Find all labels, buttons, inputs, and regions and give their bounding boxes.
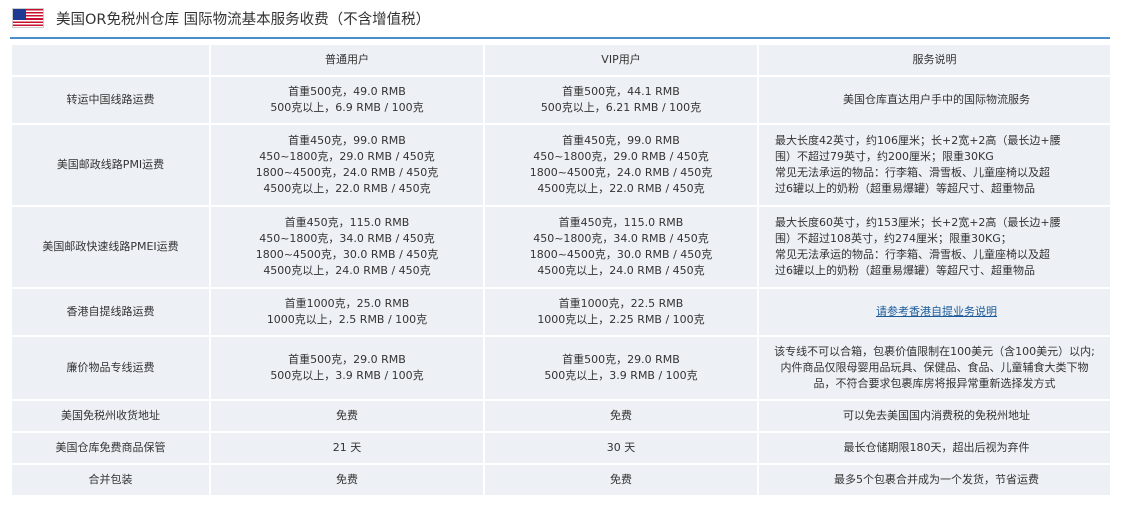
price-line: 1000克以上，2.5 RMB / 100克: [266, 313, 428, 326]
vip-price-cell: 免费: [485, 465, 757, 495]
row-name: 美国邮政线路PMI运费: [12, 125, 209, 205]
description-cell: 最大长度42英寸，约106厘米；长+2宽+2高（最长边+腰 围）不超过79英寸，…: [759, 125, 1110, 205]
description-line: 品，不符合要求包裹库房将报异常重新选择发方式: [813, 377, 1056, 390]
regular-price-cell: 首重450克，99.0 RMB 450~1800克，29.0 RMB / 450…: [211, 125, 483, 205]
table-row: 美国仓库免费商品保管 21 天 30 天 最长仓储期限180天，超出后视为弃件: [12, 433, 1110, 463]
row-name: 美国仓库免费商品保管: [12, 433, 209, 463]
fee-table: 普通用户 VIP用户 服务说明 转运中国线路运费 首重500克，49.0 RMB…: [10, 43, 1112, 497]
price-line: 4500克以上，22.0 RMB / 450克: [263, 182, 431, 195]
page-title: 美国OR免税州仓库 国际物流基本服务收费（不含增值税）: [56, 11, 431, 28]
description-line: 最大长度42英寸，约106厘米；长+2宽+2高（最长边+腰: [775, 134, 1061, 147]
description-line: 过6罐以上的奶粉（超重易爆罐）等超尺寸、超重物品: [775, 264, 1035, 277]
price-line: 首重500克，44.1 RMB: [562, 85, 680, 98]
regular-price-cell: 免费: [211, 401, 483, 431]
price-line: 首重450克，115.0 RMB: [558, 216, 684, 229]
regular-price-cell: 免费: [211, 465, 483, 495]
price-line: 1800~4500克，30.0 RMB / 450克: [529, 248, 713, 261]
price-line: 首重500克，49.0 RMB: [288, 85, 406, 98]
vip-price-cell: 首重500克，29.0 RMB 500克以上，3.9 RMB / 100克: [485, 337, 757, 399]
price-line: 500克以上，6.21 RMB / 100克: [540, 101, 702, 114]
row-name: 美国邮政快速线路PMEI运费: [12, 207, 209, 287]
price-line: 450~1800克，29.0 RMB / 450克: [533, 150, 709, 163]
row-name: 廉价物品专线运费: [12, 337, 209, 399]
price-line: 450~1800克，34.0 RMB / 450克: [533, 232, 709, 245]
table-row: 美国邮政线路PMI运费 首重450克，99.0 RMB 450~1800克，29…: [12, 125, 1110, 205]
table-row: 香港自提线路运费 首重1000克，25.0 RMB 1000克以上，2.5 RM…: [12, 289, 1110, 335]
description-line: 美国仓库直达用户手中的国际物流服务: [843, 93, 1030, 106]
description-line: 该专线不可以合箱，包裹价值限制在100美元（含100美元）以内;: [774, 345, 1095, 358]
price-line: 500克以上，3.9 RMB / 100克: [270, 369, 424, 382]
description-line: 围）不超过79英寸，约200厘米；限重30KG: [775, 150, 994, 163]
row-name: 美国免税州收货地址: [12, 401, 209, 431]
table-row: 转运中国线路运费 首重500克，49.0 RMB 500克以上，6.9 RMB …: [12, 77, 1110, 123]
price-line: 1800~4500克，24.0 RMB / 450克: [529, 166, 713, 179]
vip-price-cell: 免费: [485, 401, 757, 431]
table-row: 合并包装 免费 免费 最多5个包裹合并成为一个发货，节省运费: [12, 465, 1110, 495]
description-line: 常见无法承运的物品：行李箱、滑雪板、儿童座椅以及超: [775, 166, 1050, 179]
row-name: 转运中国线路运费: [12, 77, 209, 123]
description-cell: 美国仓库直达用户手中的国际物流服务: [759, 77, 1110, 123]
us-flag-icon: [12, 8, 44, 28]
column-header-service: [12, 45, 209, 75]
price-line: 首重450克，115.0 RMB: [284, 216, 410, 229]
table-header-row: 普通用户 VIP用户 服务说明: [12, 45, 1110, 75]
regular-price-cell: 首重450克，115.0 RMB 450~1800克，34.0 RMB / 45…: [211, 207, 483, 287]
description-line: 最大长度60英寸，约153厘米；长+2宽+2高（最长边+腰: [775, 216, 1061, 229]
description-cell: 最多5个包裹合并成为一个发货，节省运费: [759, 465, 1110, 495]
row-name: 香港自提线路运费: [12, 289, 209, 335]
description-cell: 请参考香港自提业务说明: [759, 289, 1110, 335]
price-line: 首重450克，99.0 RMB: [288, 134, 406, 147]
column-header-regular: 普通用户: [211, 45, 483, 75]
price-line: 首重1000克，22.5 RMB: [558, 297, 684, 310]
vip-price-cell: 首重450克，99.0 RMB 450~1800克，29.0 RMB / 450…: [485, 125, 757, 205]
table-row: 美国免税州收货地址 免费 免费 可以免去美国国内消费税的免税州地址: [12, 401, 1110, 431]
vip-price-cell: 首重500克，44.1 RMB 500克以上，6.21 RMB / 100克: [485, 77, 757, 123]
column-header-vip: VIP用户: [485, 45, 757, 75]
price-line: 4500克以上，24.0 RMB / 450克: [537, 264, 705, 277]
price-line: 1800~4500克，24.0 RMB / 450克: [255, 166, 439, 179]
price-line: 首重450克，99.0 RMB: [562, 134, 680, 147]
table-row: 美国邮政快速线路PMEI运费 首重450克，115.0 RMB 450~1800…: [12, 207, 1110, 287]
column-header-description: 服务说明: [759, 45, 1110, 75]
regular-price-cell: 首重1000克，25.0 RMB 1000克以上，2.5 RMB / 100克: [211, 289, 483, 335]
regular-price-cell: 21 天: [211, 433, 483, 463]
description-cell: 该专线不可以合箱，包裹价值限制在100美元（含100美元）以内; 内件商品仅限母…: [759, 337, 1110, 399]
page-header: 美国OR免税州仓库 国际物流基本服务收费（不含增值税）: [12, 6, 430, 30]
price-line: 4500克以上，22.0 RMB / 450克: [537, 182, 705, 195]
header-divider: [10, 37, 1110, 39]
price-line: 1000克以上，2.25 RMB / 100克: [537, 313, 705, 326]
price-line: 1800~4500克，30.0 RMB / 450克: [255, 248, 439, 261]
price-line: 首重500克，29.0 RMB: [562, 353, 680, 366]
description-line: 内件商品仅限母婴用品玩具、保健品、食品、儿童辅食大类下物: [780, 361, 1089, 374]
table-row: 廉价物品专线运费 首重500克，29.0 RMB 500克以上，3.9 RMB …: [12, 337, 1110, 399]
price-line: 4500克以上，24.0 RMB / 450克: [263, 264, 431, 277]
price-line: 首重1000克，25.0 RMB: [284, 297, 410, 310]
description-cell: 可以免去美国国内消费税的免税州地址: [759, 401, 1110, 431]
price-line: 500克以上，3.9 RMB / 100克: [544, 369, 698, 382]
regular-price-cell: 首重500克，29.0 RMB 500克以上，3.9 RMB / 100克: [211, 337, 483, 399]
description-line: 常见无法承运的物品：行李箱、滑雪板、儿童座椅以及超: [775, 248, 1050, 261]
vip-price-cell: 首重1000克，22.5 RMB 1000克以上，2.25 RMB / 100克: [485, 289, 757, 335]
description-line: 围）不超过108英寸，约274厘米；限重30KG；: [775, 232, 1012, 245]
vip-price-cell: 30 天: [485, 433, 757, 463]
description-cell: 最大长度60英寸，约153厘米；长+2宽+2高（最长边+腰 围）不超过108英寸…: [759, 207, 1110, 287]
description-cell: 最长仓储期限180天，超出后视为弃件: [759, 433, 1110, 463]
vip-price-cell: 首重450克，115.0 RMB 450~1800克，34.0 RMB / 45…: [485, 207, 757, 287]
price-line: 首重500克，29.0 RMB: [288, 353, 406, 366]
description-line: 过6罐以上的奶粉（超重易爆罐）等超尺寸、超重物品: [775, 182, 1035, 195]
regular-price-cell: 首重500克，49.0 RMB 500克以上，6.9 RMB / 100克: [211, 77, 483, 123]
price-line: 450~1800克，29.0 RMB / 450克: [259, 150, 435, 163]
price-line: 450~1800克，34.0 RMB / 450克: [259, 232, 435, 245]
price-line: 500克以上，6.9 RMB / 100克: [270, 101, 424, 114]
hk-pickup-info-link[interactable]: 请参考香港自提业务说明: [876, 305, 997, 318]
row-name: 合并包装: [12, 465, 209, 495]
